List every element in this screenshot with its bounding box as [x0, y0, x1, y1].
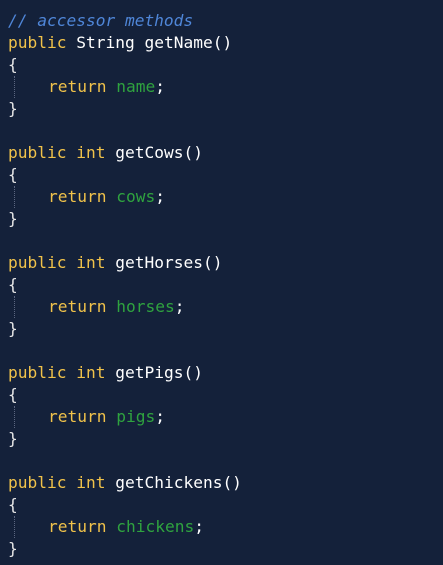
method-signature: public int getChickens()	[8, 472, 242, 494]
return-type: int	[76, 363, 106, 382]
method-signature: public int getCows()	[8, 142, 203, 164]
field-name: chickens	[116, 517, 195, 536]
public-keyword: public	[8, 33, 67, 52]
field-name: pigs	[116, 407, 156, 426]
return-keyword: return	[48, 187, 107, 206]
comment-text: // accessor methods	[8, 11, 194, 30]
return-type: int	[76, 253, 106, 272]
open-brace: {	[8, 495, 18, 514]
return-statement: return pigs;	[8, 406, 165, 428]
close-brace: }	[8, 429, 18, 448]
open-brace: {	[8, 275, 18, 294]
method-signature: public int getHorses()	[8, 252, 222, 274]
field-name: cows	[116, 187, 156, 206]
return-statement: return horses;	[8, 296, 184, 318]
return-keyword: return	[48, 407, 107, 426]
return-type: int	[76, 473, 106, 492]
return-type: int	[76, 143, 106, 162]
return-keyword: return	[48, 517, 107, 536]
close-brace: }	[8, 209, 18, 228]
method-name: getCows	[115, 143, 184, 162]
return-keyword: return	[48, 77, 107, 96]
public-keyword: public	[8, 253, 67, 272]
close-brace: }	[8, 319, 18, 338]
return-statement: return chickens;	[8, 516, 204, 538]
method-name: getHorses	[115, 253, 203, 272]
comment-line: // accessor methods	[8, 10, 193, 32]
semicolon: ;	[155, 187, 165, 206]
method-name: getChickens	[115, 473, 223, 492]
public-keyword: public	[8, 143, 67, 162]
method-signature: public int getPigs()	[8, 362, 203, 384]
method-name: getName	[144, 33, 213, 52]
method-signature: public String getName()	[8, 32, 232, 54]
indent-guide	[14, 76, 15, 98]
method-name: getPigs	[115, 363, 184, 382]
parens: ()	[212, 33, 233, 52]
field-name: name	[116, 77, 156, 96]
close-brace: }	[8, 539, 18, 558]
parens: ()	[183, 363, 203, 382]
open-brace: {	[8, 165, 18, 184]
field-name: horses	[116, 297, 175, 316]
close-brace: }	[8, 99, 18, 118]
return-keyword: return	[48, 297, 107, 316]
public-keyword: public	[8, 473, 67, 492]
parens: ()	[183, 143, 203, 162]
parens: ()	[222, 473, 242, 492]
code-editor[interactable]: // accessor methods public String getNam…	[0, 0, 443, 565]
indent-guide	[14, 516, 15, 538]
return-statement: return cows;	[8, 186, 165, 208]
public-keyword: public	[8, 363, 67, 382]
semicolon: ;	[174, 297, 185, 316]
open-brace: {	[8, 55, 18, 74]
indent-guide	[14, 186, 15, 208]
parens: ()	[202, 253, 223, 272]
open-brace: {	[8, 385, 18, 404]
indent-guide	[14, 296, 15, 318]
return-type: String	[76, 33, 135, 52]
semicolon: ;	[155, 407, 165, 426]
semicolon: ;	[155, 77, 165, 96]
indent-guide	[14, 406, 15, 428]
return-statement: return name;	[8, 76, 165, 98]
semicolon: ;	[194, 517, 204, 536]
